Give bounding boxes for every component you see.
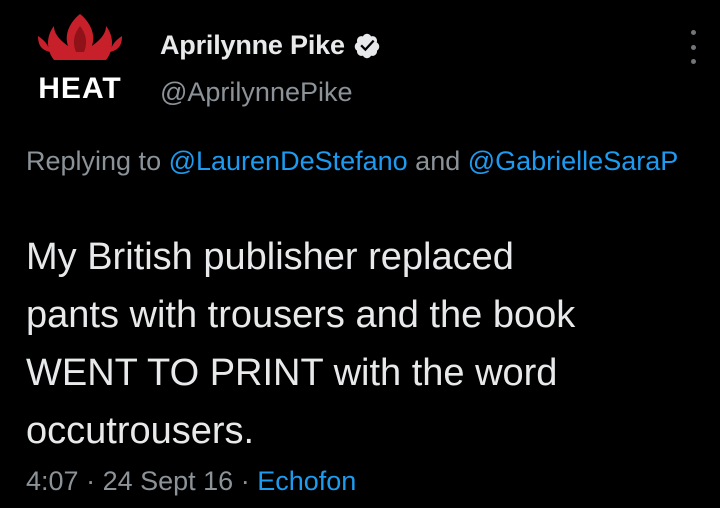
avatar[interactable]: HEAT (24, 6, 136, 110)
verified-badge-icon (354, 33, 380, 58)
more-dot (690, 59, 696, 64)
mention-link[interactable]: @LaurenDeStefano (169, 146, 408, 176)
tweet: HEAT Aprilynne Pike @AprilynnePike Reply… (0, 0, 720, 508)
more-dot (690, 44, 696, 50)
replying-to-conjunction: and (407, 146, 468, 176)
flame-logo-icon (38, 14, 122, 60)
avatar-text: HEAT (38, 72, 121, 105)
more-options-icon[interactable] (688, 30, 698, 64)
display-name[interactable]: Aprilynne Pike (160, 30, 345, 61)
meta-separator: · (78, 466, 103, 496)
author-handle[interactable]: @AprilynnePike (160, 77, 353, 108)
mention-link[interactable]: @GabrielleSaraP (468, 146, 679, 176)
tweet-text: My British publisher replaced pants with… (26, 236, 576, 452)
replying-to-prefix: Replying to (26, 146, 169, 176)
tweet-date[interactable]: 24 Sept 16 (103, 466, 234, 496)
more-dot (690, 30, 696, 35)
replying-to: Replying to @LaurenDeStefano and @Gabrie… (26, 144, 706, 179)
author-name-row: Aprilynne Pike (160, 30, 381, 61)
tweet-time[interactable]: 4:07 (26, 466, 79, 496)
meta-separator: · (233, 466, 258, 496)
tweet-source-link[interactable]: Echofon (257, 466, 356, 496)
tweet-meta: 4:07 · 24 Sept 16 · Echofon (26, 466, 356, 497)
